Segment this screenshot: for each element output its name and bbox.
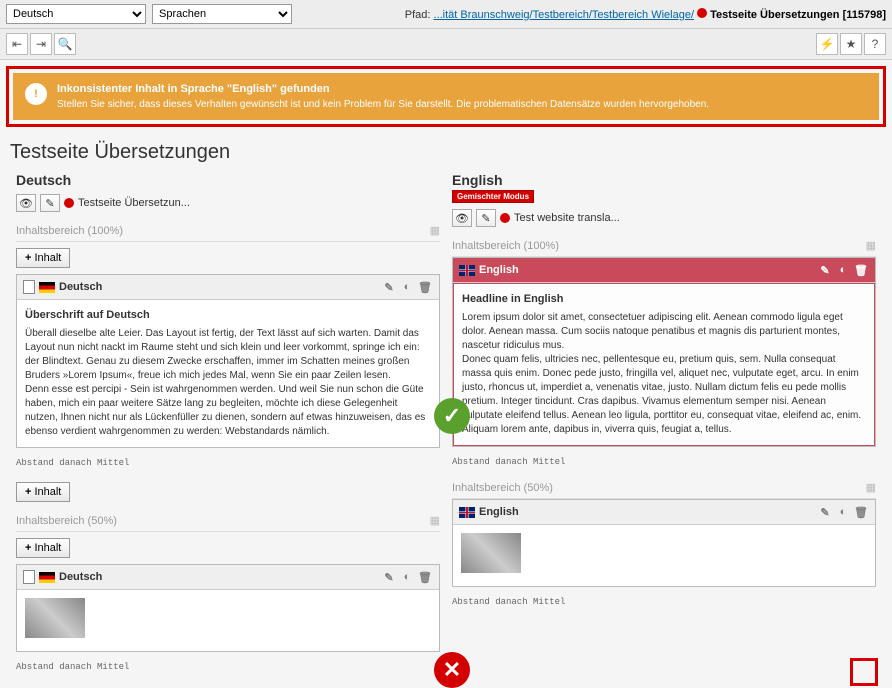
- spacing-meta: Abstand danach Mittel: [16, 658, 440, 680]
- spacing-meta: Abstand danach Mittel: [16, 454, 440, 476]
- edit-icon[interactable]: ✎: [817, 262, 833, 278]
- col-heading-de: Deutsch: [16, 172, 440, 188]
- delete-icon[interactable]: 🗑: [853, 262, 869, 278]
- content-headline: Headline in English: [462, 292, 866, 307]
- check-ok-icon: ✓: [434, 398, 470, 434]
- col-heading-en: English: [452, 172, 876, 188]
- add-content-button[interactable]: + Inhalt: [16, 248, 70, 268]
- content-card-en-2: English ✎ ◐ 🗑: [452, 499, 876, 587]
- page-title: Testseite Übersetzungen: [0, 133, 892, 172]
- page-icon: [23, 570, 35, 584]
- cache-icon[interactable]: ⚡: [816, 33, 838, 55]
- path-link-1[interactable]: Testbereich/: [533, 9, 592, 21]
- page-icon: [23, 280, 35, 294]
- view-icon[interactable]: 👁: [452, 209, 472, 227]
- page-name-de: Testseite Übersetzun...: [78, 197, 190, 209]
- toggle-icon[interactable]: ◐: [835, 262, 851, 278]
- page-name-en: Test website transla...: [514, 212, 620, 224]
- alert-title: Inkonsistenter Inhalt in Sprache "Englis…: [57, 83, 709, 95]
- edit-icon[interactable]: ✎: [381, 279, 397, 295]
- grid-icon[interactable]: ▦: [866, 481, 876, 494]
- flag-de-icon: [39, 282, 55, 293]
- collapse-left-icon[interactable]: ⇤: [6, 33, 28, 55]
- breadcrumb: Pfad: ...ität Braunschweig/Testbereich/T…: [405, 8, 886, 21]
- flag-en-icon: [459, 265, 475, 276]
- delete-icon[interactable]: 🗑: [853, 504, 869, 520]
- content-para2: Donec quam felis, ultricies nec, pellent…: [462, 354, 861, 435]
- toggle-icon[interactable]: ◐: [399, 279, 415, 295]
- collapse-right-icon[interactable]: ⇥: [30, 33, 52, 55]
- page-status-icon: [697, 8, 707, 18]
- path-current: Testseite Übersetzungen [115798]: [710, 9, 886, 21]
- column-english: ✓ ✕ English Gemischter Modus 👁 ✎ Test we…: [446, 172, 882, 680]
- view-icon[interactable]: 👁: [16, 194, 36, 212]
- card-title: Deutsch: [59, 571, 102, 583]
- section-header-1-en: Inhaltsbereich (100%)▦: [452, 233, 876, 257]
- flag-de-icon: [39, 572, 55, 583]
- content-headline: Überschrift auf Deutsch: [25, 308, 431, 323]
- delete-icon[interactable]: 🗑: [417, 279, 433, 295]
- content-para2: Denn esse est percipi - Sein ist wahrgen…: [25, 384, 425, 437]
- spacing-meta: Abstand danach Mittel: [452, 593, 876, 615]
- columns-select[interactable]: Sprachen: [152, 4, 292, 24]
- card-title: English: [479, 506, 519, 518]
- section-header-2-en: Inhaltsbereich (50%)▦: [452, 475, 876, 499]
- section-header-1-de: Inhaltsbereich (100%)▦: [16, 218, 440, 242]
- mixed-mode-badge: Gemischter Modus: [452, 190, 534, 203]
- content-para1: Lorem ipsum dolor sit amet, consectetuer…: [462, 312, 843, 351]
- toolbar: ⇤ ⇥ 🔍 ⚡ ★ ?: [0, 29, 892, 60]
- page-status-dot: [500, 213, 510, 223]
- bookmark-icon[interactable]: ★: [840, 33, 862, 55]
- delete-icon[interactable]: 🗑: [417, 569, 433, 585]
- warning-icon: !: [25, 83, 47, 105]
- alert-text: Stellen Sie sicher, dass dieses Verhalte…: [57, 99, 709, 110]
- flag-en-icon: [459, 507, 475, 518]
- alert-highlight-box: ! Inkonsistenter Inhalt in Sprache "Engl…: [6, 66, 886, 127]
- add-content-button[interactable]: + Inhalt: [16, 482, 70, 502]
- edit-icon[interactable]: ✎: [381, 569, 397, 585]
- card-title: English: [479, 264, 519, 276]
- edit-icon[interactable]: ✎: [40, 194, 60, 212]
- cross-error-icon: ✕: [434, 652, 470, 688]
- image-thumbnail: [461, 533, 521, 573]
- delete-highlight-box: [850, 658, 878, 686]
- path-link-2[interactable]: Testbereich Wielage/: [592, 9, 694, 21]
- section-header-2-de: Inhaltsbereich (50%)▦: [16, 508, 440, 532]
- add-content-button[interactable]: + Inhalt: [16, 538, 70, 558]
- toggle-icon[interactable]: ◐: [835, 504, 851, 520]
- top-bar: Deutsch Sprachen Pfad: ...ität Braunschw…: [0, 0, 892, 29]
- grid-icon[interactable]: ▦: [866, 239, 876, 252]
- search-icon[interactable]: 🔍: [54, 33, 76, 55]
- path-link-trunc[interactable]: ...ität Braunschweig/: [434, 9, 533, 21]
- content-card-de-1: Deutsch ✎ ◐ 🗑 Überschrift auf Deutsch Üb…: [16, 274, 440, 448]
- content-para1: Überall dieselbe alte Leier. Das Layout …: [25, 328, 420, 381]
- image-thumbnail: [25, 598, 85, 638]
- language-select[interactable]: Deutsch: [6, 4, 146, 24]
- edit-icon[interactable]: ✎: [476, 209, 496, 227]
- toggle-icon[interactable]: ◐: [399, 569, 415, 585]
- grid-icon[interactable]: ▦: [430, 224, 440, 237]
- page-status-dot: [64, 198, 74, 208]
- content-card-en-1: English ✎ ◐ 🗑 Headline in English Lorem …: [452, 257, 876, 447]
- card-title: Deutsch: [59, 281, 102, 293]
- help-icon[interactable]: ?: [864, 33, 886, 55]
- alert-warning: ! Inkonsistenter Inhalt in Sprache "Engl…: [13, 73, 879, 120]
- grid-icon[interactable]: ▦: [430, 514, 440, 527]
- column-german: Deutsch 👁 ✎ Testseite Übersetzun... Inha…: [10, 172, 446, 680]
- edit-icon[interactable]: ✎: [817, 504, 833, 520]
- spacing-meta: Abstand danach Mittel: [452, 453, 876, 475]
- content-card-de-2: Deutsch ✎ ◐ 🗑: [16, 564, 440, 652]
